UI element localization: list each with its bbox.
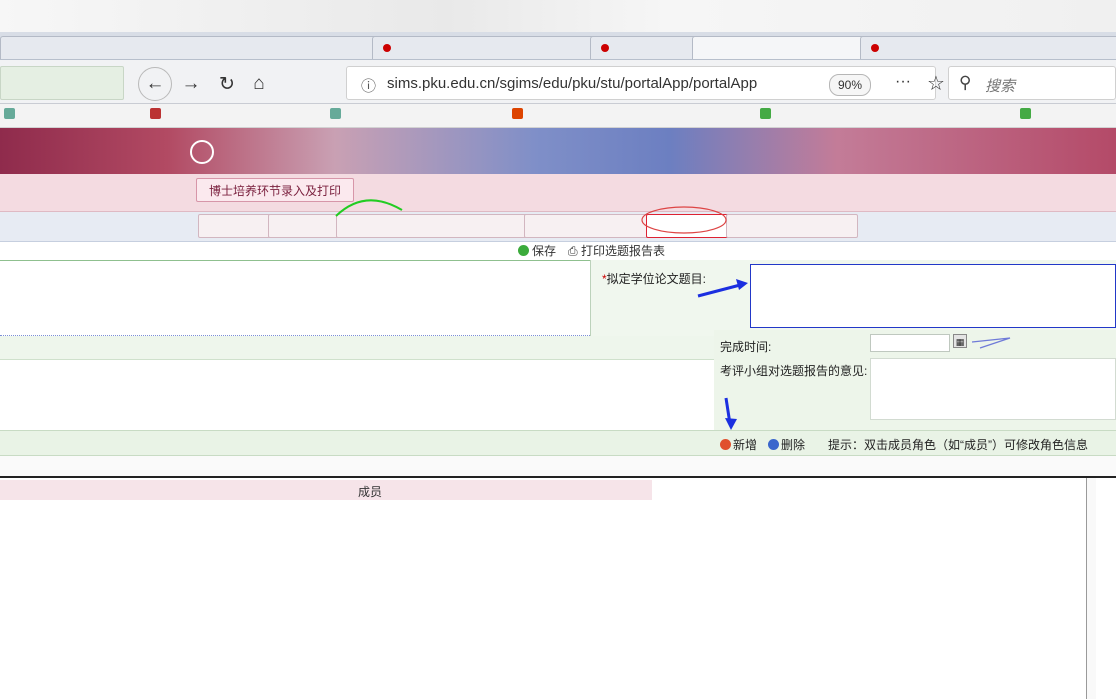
blue-arrow-line-1 <box>697 282 745 298</box>
blue-arrowhead-2 <box>725 418 737 430</box>
red-circle-mark <box>641 206 727 234</box>
annotation-overlay <box>335 199 1011 430</box>
green-circle-mark <box>335 199 403 217</box>
blue-pointer-mark <box>971 337 1011 349</box>
blue-arrowhead-1 <box>736 279 748 290</box>
